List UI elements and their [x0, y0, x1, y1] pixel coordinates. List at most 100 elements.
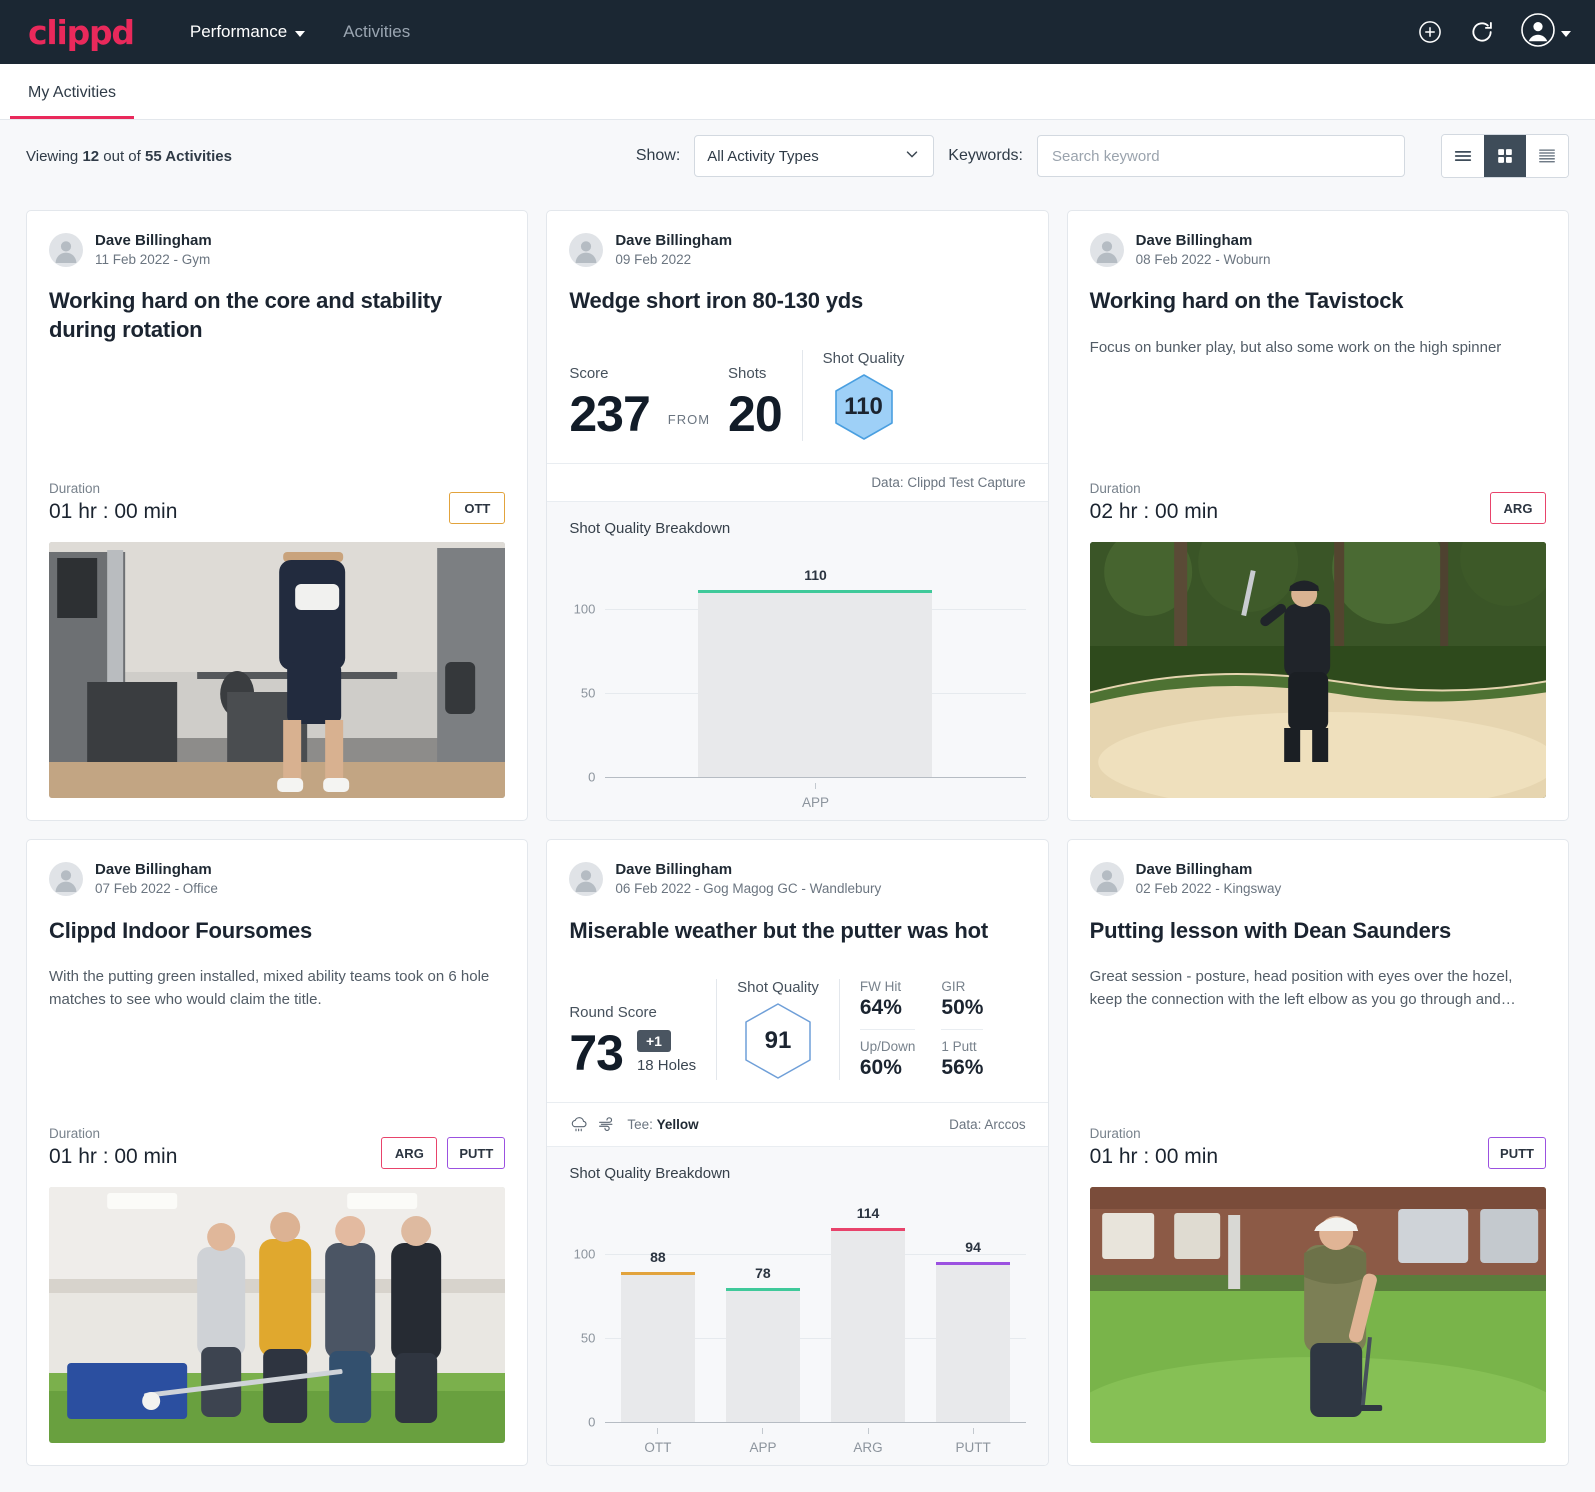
activity-card[interactable]: Dave Billingham 07 Feb 2022 - Office Cli…	[26, 839, 529, 1467]
bar-cap	[936, 1261, 1011, 1265]
duration-label: Duration	[49, 1126, 101, 1142]
bar-cell: 94	[921, 1204, 1026, 1423]
viewing-prefix: Viewing	[26, 147, 83, 165]
ytick-0: 0	[588, 769, 596, 785]
keywords-label: Keywords:	[948, 147, 1023, 164]
avatar	[49, 862, 83, 897]
list-view-icon[interactable]	[1442, 135, 1484, 177]
nav-item-performance[interactable]: Performance	[190, 22, 306, 42]
search-input[interactable]	[1037, 135, 1405, 177]
shot-quality-hexagon: 110	[833, 373, 895, 441]
card-title: Clippd Indoor Foursomes	[49, 917, 313, 943]
refresh-icon[interactable]	[1469, 19, 1495, 45]
tag-ott[interactable]: OTT	[449, 492, 506, 525]
chart-x-labels: APP	[605, 777, 1025, 810]
card-header: Dave Billingham 07 Feb 2022 - Office Cli…	[27, 840, 527, 1012]
conditions-row: Tee: Yellow Data: Arccos	[547, 1102, 1048, 1146]
tag-list: ARG PUTT	[381, 1137, 506, 1170]
grid-view-icon[interactable]	[1484, 135, 1526, 177]
from-label: FROM	[667, 412, 711, 428]
activity-card[interactable]: Dave Billingham 06 Feb 2022 - Gog Magog …	[546, 839, 1049, 1467]
bar-app[interactable]: 110	[698, 567, 933, 778]
bar-app[interactable]: 78	[725, 1265, 800, 1423]
viewing-middle: out of	[99, 147, 145, 165]
bar-putt[interactable]: 94	[936, 1239, 1011, 1423]
card-title: Working hard on the core and stability d…	[49, 288, 442, 343]
stat-one-putt: 1 Putt 56%	[941, 1030, 983, 1080]
bar-cell: 88	[605, 1204, 710, 1423]
round-score-block: Round Score 73 +1 18 Holes	[569, 979, 696, 1080]
up-down-value: 60%	[859, 1056, 902, 1080]
nav-item-activities[interactable]: Activities	[343, 22, 410, 42]
tag-putt[interactable]: PUTT	[447, 1137, 506, 1170]
bars-container: 110	[605, 559, 1025, 778]
shots-label: Shots	[728, 365, 767, 383]
compact-view-icon[interactable]	[1526, 135, 1568, 177]
bars-container: 88 78 114 94	[605, 1204, 1026, 1423]
duration-label: Duration	[1089, 1126, 1141, 1142]
activity-type-select[interactable]: All Activity Types	[694, 135, 935, 177]
shots-value: 20	[728, 386, 783, 443]
tee-text: Tee: Yellow	[627, 1117, 698, 1132]
clippd-logo[interactable]: clippd	[28, 13, 135, 52]
author-row: Dave Billingham 06 Feb 2022 - Gog Magog …	[569, 860, 1025, 898]
wind-icon	[597, 1114, 618, 1135]
chart-plot-area: 100 50 0 110	[574, 559, 1026, 785]
chart-plot-area: 100 50 0 88 78 114 94	[574, 1204, 1026, 1430]
tag-list: PUTT	[1488, 1137, 1546, 1170]
activity-card[interactable]: Dave Billingham 08 Feb 2022 - Woburn Wor…	[1066, 210, 1569, 822]
author-row: Dave Billingham 09 Feb 2022	[569, 231, 1025, 269]
shot-quality-value: 110	[844, 393, 883, 421]
shot-quality-hexagon: 91	[743, 1002, 813, 1080]
divider	[838, 979, 840, 1081]
bar-arg[interactable]: 114	[831, 1205, 906, 1423]
tee-prefix: Tee:	[627, 1117, 657, 1133]
score-value: 237	[569, 386, 650, 443]
author-meta: 11 Feb 2022 - Gym	[95, 252, 211, 268]
shot-quality-label: Shot Quality	[822, 350, 905, 368]
activity-card[interactable]: Dave Billingham 09 Feb 2022 Wedge short …	[546, 210, 1049, 822]
bar-ott[interactable]: 88	[620, 1249, 695, 1423]
one-putt-label: 1 Putt	[941, 1039, 977, 1055]
account-menu[interactable]	[1521, 12, 1571, 52]
duration-row: Duration 02 hr : 00 min ARG	[1068, 481, 1568, 525]
add-circle-icon[interactable]	[1417, 19, 1443, 45]
activity-card[interactable]: Dave Billingham 02 Feb 2022 - Kingsway P…	[1066, 839, 1569, 1467]
divider	[716, 979, 718, 1081]
duration-row: Duration 01 hr : 00 min OTT	[27, 481, 527, 525]
round-stats-panel: Round Score 73 +1 18 Holes Shot Quality …	[547, 971, 1047, 1102]
author-name: Dave Billingham	[95, 861, 212, 879]
activity-card[interactable]: Dave Billingham 11 Feb 2022 - Gym Workin…	[26, 210, 529, 822]
shot-quality-block: Shot Quality 110	[822, 350, 905, 441]
ytick-0: 0	[588, 1414, 596, 1430]
shot-quality-value: 91	[764, 1027, 792, 1055]
avatar	[49, 233, 83, 268]
card-header: Dave Billingham 02 Feb 2022 - Kingsway P…	[1068, 840, 1568, 1012]
bar-cap	[725, 1288, 800, 1292]
bar-cell: 114	[815, 1204, 920, 1423]
card-description: Great session - posture, head position w…	[1089, 968, 1516, 1009]
x-label-text: PUTT	[955, 1440, 991, 1456]
gir-value: 50%	[941, 996, 984, 1020]
tag-putt[interactable]: PUTT	[1488, 1137, 1546, 1170]
tab-my-activities[interactable]: My Activities	[10, 84, 135, 119]
tag-list: ARG	[1490, 492, 1546, 525]
holes-label: 18 Holes	[636, 1057, 697, 1075]
duration-value: 01 hr : 00 min	[1089, 1145, 1219, 1169]
duration-label: Duration	[49, 481, 101, 497]
avatar	[569, 862, 604, 897]
card-description: Focus on bunker play, but also some work…	[1089, 339, 1502, 357]
fw-hit-label: FW Hit	[859, 979, 902, 995]
data-source-text: Data: Clippd Test Capture	[871, 475, 1026, 491]
tag-arg[interactable]: ARG	[1490, 492, 1546, 525]
x-label-app: APP	[605, 783, 1025, 810]
chart-title: Shot Quality Breakdown	[569, 520, 731, 538]
duration-value: 01 hr : 00 min	[49, 500, 178, 524]
ytick-100: 100	[573, 601, 596, 617]
x-label-text: APP	[801, 795, 829, 811]
author-name: Dave Billingham	[1135, 232, 1253, 249]
activity-image	[1089, 542, 1546, 799]
view-mode-toggle-group	[1441, 134, 1569, 178]
tag-arg[interactable]: ARG	[381, 1137, 438, 1170]
round-percent-stats: FW Hit 64% GIR 50% Up/Down 60% 1 Putt 56…	[859, 979, 984, 1080]
